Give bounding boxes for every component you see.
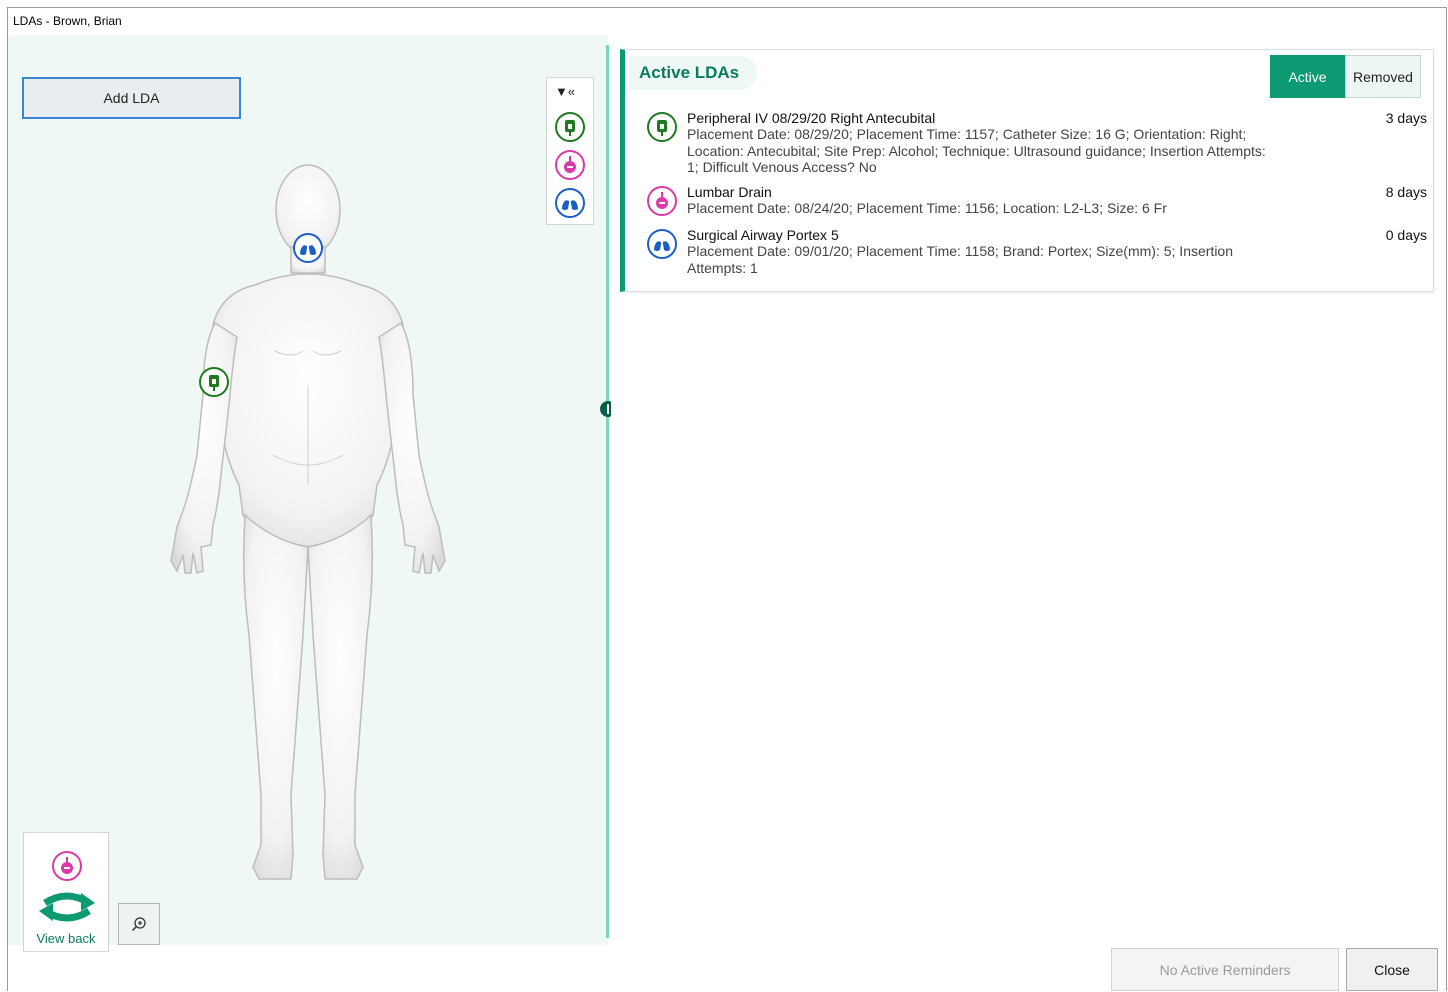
iv-bag-icon [657, 120, 667, 136]
back-drain-marker [52, 851, 82, 881]
iv-bag-icon [565, 120, 575, 136]
filter-icon[interactable]: ▼ [555, 84, 568, 99]
filter-airway-toggle[interactable] [555, 188, 585, 218]
iv-marker[interactable] [199, 367, 229, 397]
card-title: Active LDAs [629, 56, 758, 90]
pane-splitter[interactable] [606, 45, 609, 938]
active-toggle[interactable]: Active [1270, 55, 1345, 98]
title-bar: LDAs - Brown, Brian [8, 8, 1446, 35]
zoom-in-button[interactable] [118, 903, 160, 945]
collapse-icon[interactable]: « [568, 84, 575, 99]
lda-name: Surgical Airway Portex 5 [687, 227, 839, 243]
lda-days: 3 days [1385, 110, 1427, 126]
lungs-icon [300, 240, 316, 255]
airway-marker[interactable] [293, 233, 323, 263]
lda-type-marker [647, 229, 677, 259]
lungs-icon [654, 236, 670, 251]
active-ldas-card: Active LDAs Active Removed Peripheral IV… [620, 49, 1434, 292]
filter-iv-toggle[interactable] [555, 112, 585, 142]
window-title: LDAs - Brown, Brian [13, 14, 122, 28]
lda-detail: Placement Date: 08/29/20; Placement Time… [687, 126, 1266, 175]
lda-filter-panel: ▼« [546, 77, 594, 225]
body-map-pane: Add LDA ▼« View back [8, 35, 608, 952]
lda-days: 0 days [1385, 227, 1427, 243]
close-button[interactable]: Close [1346, 948, 1438, 991]
lungs-icon [562, 195, 578, 210]
view-back-label: View back [36, 931, 96, 946]
lda-window: LDAs - Brown, Brian Add LDA ▼« View back… [7, 7, 1447, 991]
filter-collapse-controls: ▼« [555, 84, 575, 99]
lda-name: Lumbar Drain [687, 184, 772, 200]
removed-toggle[interactable]: Removed [1345, 55, 1421, 98]
rotate-icon [39, 892, 95, 922]
zoom-in-icon [131, 917, 146, 932]
no-active-reminders-button[interactable]: No Active Reminders [1111, 948, 1339, 991]
add-lda-button[interactable]: Add LDA [22, 77, 241, 119]
lda-days: 8 days [1385, 184, 1427, 200]
lda-detail: Placement Date: 09/01/20; Placement Time… [687, 243, 1233, 276]
iv-bag-icon [209, 375, 219, 391]
lda-type-marker [647, 186, 677, 216]
lda-name: Peripheral IV 08/29/20 Right Antecubital [687, 110, 936, 126]
lda-type-marker [647, 112, 677, 142]
drain-bulb-icon [61, 857, 73, 874]
view-back-button[interactable]: View back [23, 832, 109, 952]
filter-drain-toggle[interactable] [555, 150, 585, 180]
drain-bulb-icon [656, 192, 668, 209]
body-figure[interactable] [163, 155, 453, 895]
drain-bulb-icon [564, 156, 576, 173]
lda-detail: Placement Date: 08/24/20; Placement Time… [687, 200, 1167, 216]
